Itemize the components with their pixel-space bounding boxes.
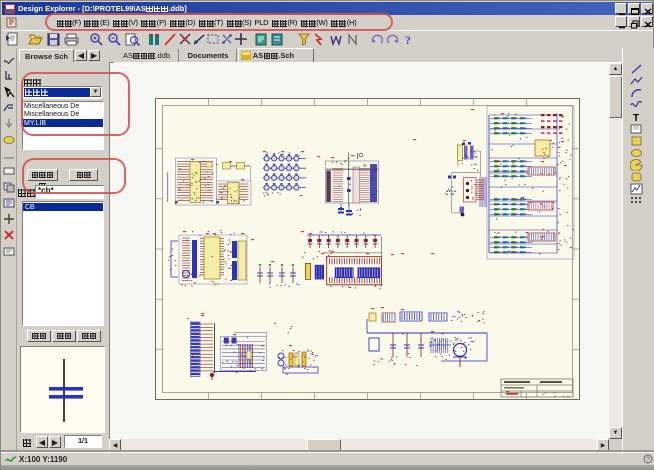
svg-text:?: ?: [405, 33, 411, 47]
svg-text:?: ?: [646, 457, 650, 464]
